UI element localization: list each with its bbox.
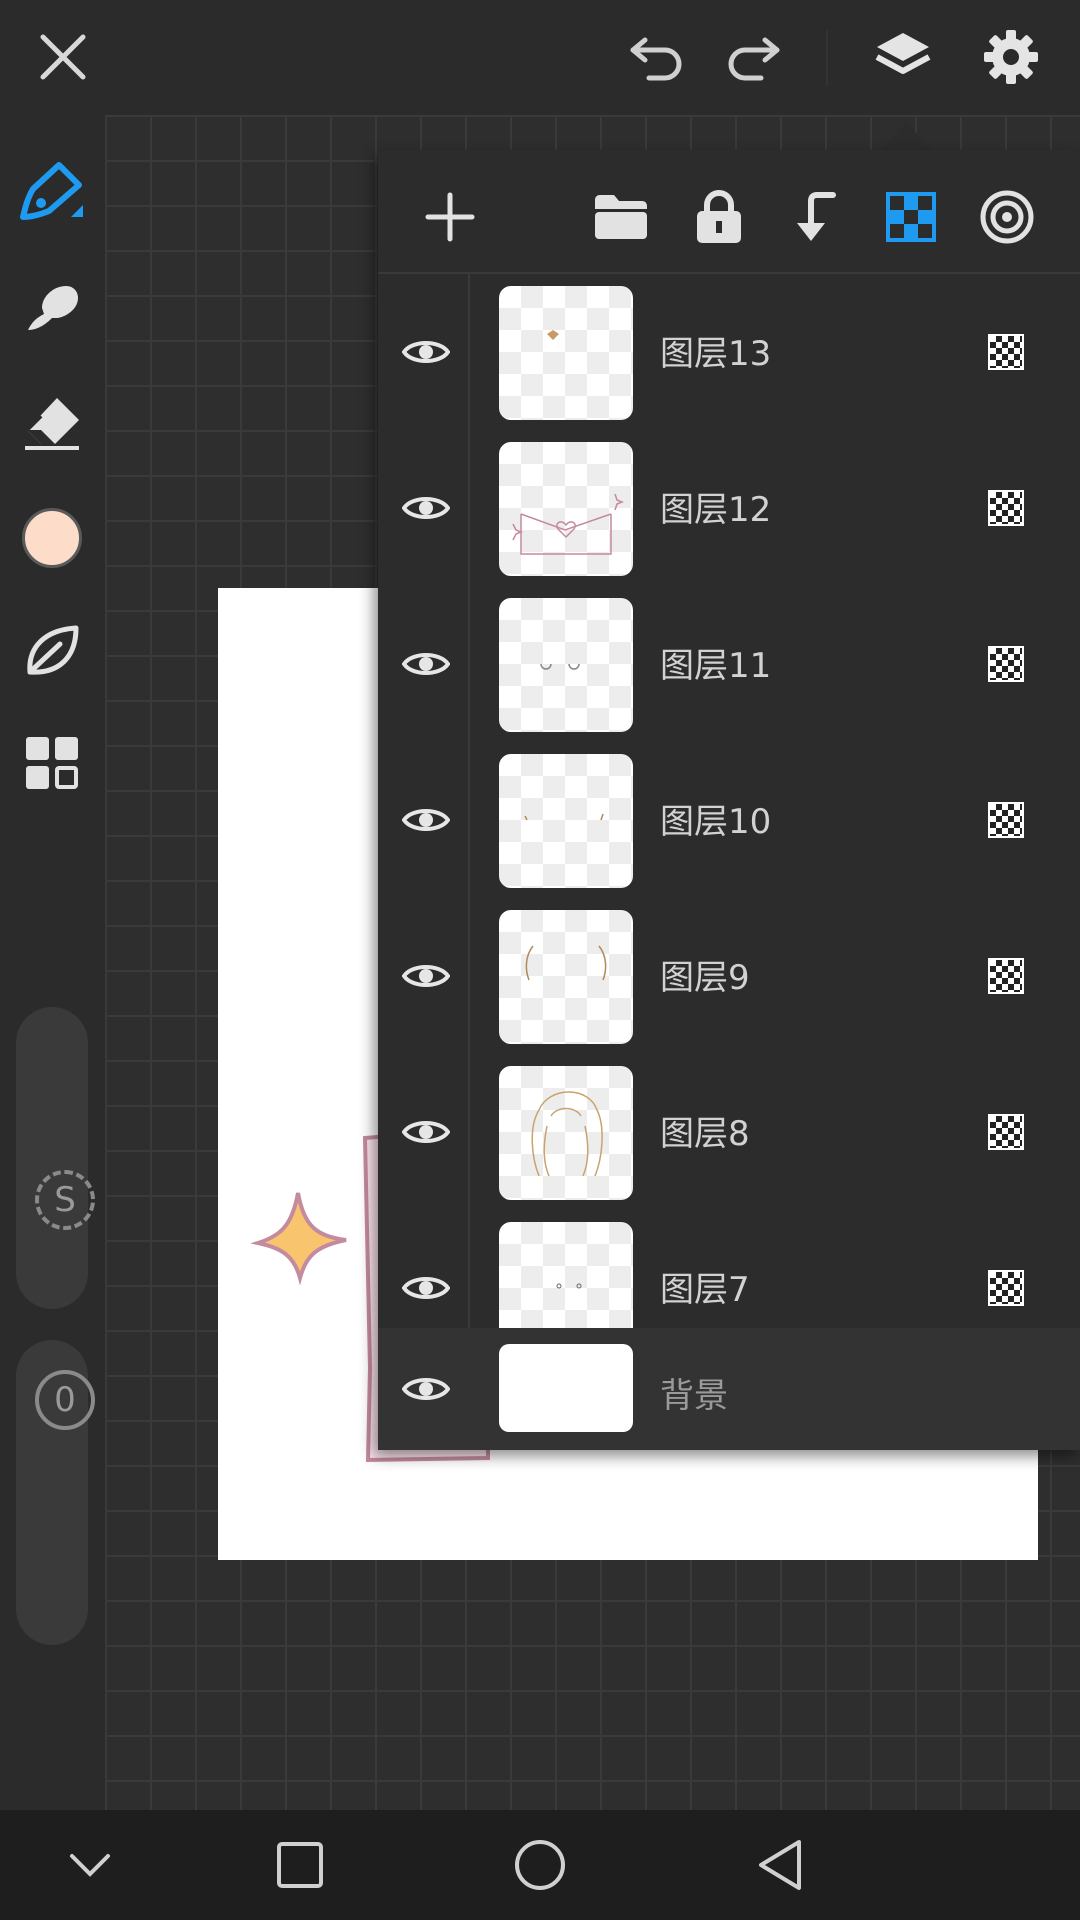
brush-size-slider[interactable]: S [16, 1007, 95, 1309]
row-divider [468, 742, 470, 898]
toolbar-divider [826, 30, 828, 86]
row-divider [468, 430, 470, 586]
folder-icon[interactable] [584, 180, 658, 254]
blend-mode-icon[interactable] [988, 334, 1024, 370]
color-swatch[interactable] [17, 503, 87, 573]
eraser-icon[interactable] [17, 387, 87, 457]
home-icon[interactable] [505, 1830, 575, 1900]
layer-row[interactable]: 图层7 [378, 1210, 1080, 1330]
close-icon[interactable] [28, 22, 98, 92]
layer-name: 图层9 [660, 958, 750, 998]
row-divider [468, 1210, 470, 1330]
background-layer-row[interactable]: 背景 [378, 1328, 1080, 1450]
row-divider [468, 1054, 470, 1210]
layer-name: 图层13 [660, 334, 772, 374]
layer-name: 图层8 [660, 1114, 750, 1154]
layer-name: 图层12 [660, 490, 772, 530]
eye-icon[interactable] [398, 636, 454, 692]
row-divider [468, 898, 470, 1054]
opacity-label: 0 [54, 1380, 76, 1420]
clip-icon[interactable] [970, 180, 1044, 254]
layer-row[interactable]: 图层10 [378, 742, 1080, 900]
eye-icon[interactable] [398, 792, 454, 848]
background-layer-name: 背景 [660, 1376, 728, 1416]
layer-thumbnail [499, 598, 633, 732]
blend-mode-icon[interactable] [988, 490, 1024, 526]
eye-icon[interactable] [398, 480, 454, 536]
brush-size-label: S [54, 1180, 76, 1220]
brush-size-knob[interactable]: S [35, 1170, 95, 1230]
eye-icon[interactable] [398, 1260, 454, 1316]
layer-thumbnail [499, 910, 633, 1044]
layer-row[interactable]: 图层8 [378, 1054, 1080, 1212]
layer-name: 图层10 [660, 802, 772, 842]
layer-name: 图层7 [660, 1270, 750, 1310]
layers-icon[interactable] [868, 22, 938, 92]
eye-icon[interactable] [398, 948, 454, 1004]
redo-icon[interactable] [718, 22, 788, 92]
left-toolbar: S 0 [0, 115, 105, 1810]
lock-icon[interactable] [682, 180, 756, 254]
layer-thumbnail [499, 442, 633, 576]
transparency-icon[interactable] [874, 180, 948, 254]
gear-icon[interactable] [976, 22, 1046, 92]
eye-icon[interactable] [398, 1104, 454, 1160]
undo-icon[interactable] [622, 22, 692, 92]
add-layer-icon[interactable] [413, 180, 487, 254]
eye-icon[interactable] [398, 324, 454, 380]
pen-icon[interactable] [17, 157, 87, 227]
layer-name: 图层11 [660, 646, 772, 686]
merge-down-icon[interactable] [778, 180, 852, 254]
row-divider [468, 274, 470, 430]
layer-thumbnail [499, 286, 633, 420]
top-toolbar [0, 0, 1080, 115]
recent-apps-icon[interactable] [265, 1830, 335, 1900]
blend-mode-icon[interactable] [988, 958, 1024, 994]
chevron-down-icon[interactable] [55, 1830, 125, 1900]
blend-mode-icon[interactable] [988, 646, 1024, 682]
opacity-knob[interactable]: 0 [35, 1370, 95, 1430]
blend-mode-icon[interactable] [988, 802, 1024, 838]
eye-icon[interactable] [398, 1361, 454, 1417]
blend-mode-icon[interactable] [988, 1270, 1024, 1306]
back-icon[interactable] [745, 1830, 815, 1900]
opacity-slider[interactable]: 0 [16, 1340, 95, 1645]
blend-mode-icon[interactable] [988, 1114, 1024, 1150]
layer-list[interactable]: 图层13 图层12 图层11 图层10 图层9 图层8 图层7 [378, 272, 1080, 1330]
system-navbar [0, 1810, 1080, 1920]
panel-pointer [880, 122, 932, 150]
layer-row[interactable]: 图层9 [378, 898, 1080, 1056]
layer-row[interactable]: 图层13 [378, 274, 1080, 432]
layer-row[interactable]: 图层12 [378, 430, 1080, 588]
row-divider [468, 586, 470, 742]
layer-thumbnail [499, 1066, 633, 1200]
layer-row[interactable]: 图层11 [378, 586, 1080, 744]
background-thumbnail [499, 1344, 633, 1432]
smudge-icon[interactable] [17, 273, 87, 343]
grid-menu-icon[interactable] [17, 728, 87, 798]
layers-panel: 图层13 图层12 图层11 图层10 图层9 图层8 图层7 背景 [378, 150, 1080, 1450]
layer-thumbnail [499, 754, 633, 888]
leaf-icon[interactable] [17, 615, 87, 685]
layer-thumbnail [499, 1222, 633, 1330]
